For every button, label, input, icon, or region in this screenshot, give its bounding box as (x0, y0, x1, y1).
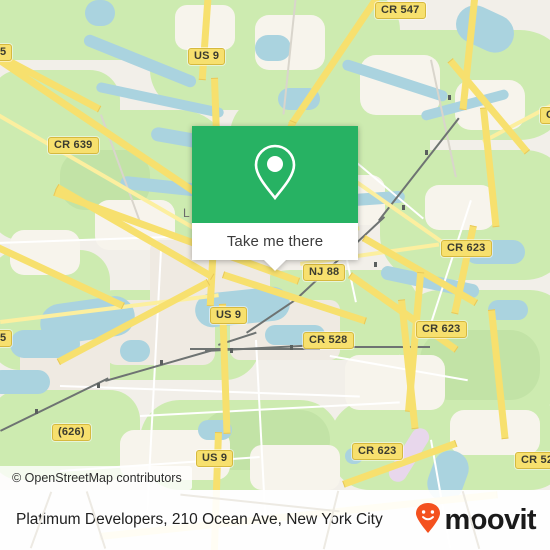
moovit-pin-icon (413, 502, 443, 539)
road-shield: 5 (0, 330, 13, 347)
footer-bar: Platimum Developers, 210 Ocean Ave, New … (0, 490, 550, 550)
road-shield: (626) (52, 424, 91, 441)
callout-pointer-tail (264, 260, 286, 271)
road-shield: CR 623 (441, 240, 492, 257)
road-shield: US 9 (196, 450, 234, 467)
road-shield: US 9 (188, 48, 226, 65)
callout-action-panel[interactable]: Take me there (192, 223, 358, 260)
map-canvas[interactable]: L CR 547US 95CR 639CCR 623NJ 88US 9CR 62… (0, 0, 550, 550)
osm-attribution-text: © OpenStreetMap contributors (12, 471, 182, 485)
road-shield: NJ 88 (303, 264, 346, 281)
road-shield: C (540, 107, 550, 124)
moovit-wordmark: moovit (444, 503, 537, 536)
road-shield: US 9 (210, 307, 248, 324)
location-callout-card[interactable]: Take me there (192, 126, 358, 271)
road-shield: CR 547 (375, 2, 426, 19)
road-shield: CR 639 (48, 137, 99, 154)
road-shield: CR 623 (416, 321, 467, 338)
map-screen: L CR 547US 95CR 639CCR 623NJ 88US 9CR 62… (0, 0, 550, 550)
osm-attribution[interactable]: © OpenStreetMap contributors (0, 466, 192, 490)
road-shield: 5 (0, 44, 13, 61)
road-shield: CR 623 (352, 443, 403, 460)
take-me-there-label: Take me there (226, 233, 324, 250)
road-shield: CR 52 (515, 452, 550, 469)
map-pin-icon (252, 143, 298, 206)
road-shield: CR 528 (303, 332, 354, 349)
callout-image-panel (192, 126, 358, 223)
